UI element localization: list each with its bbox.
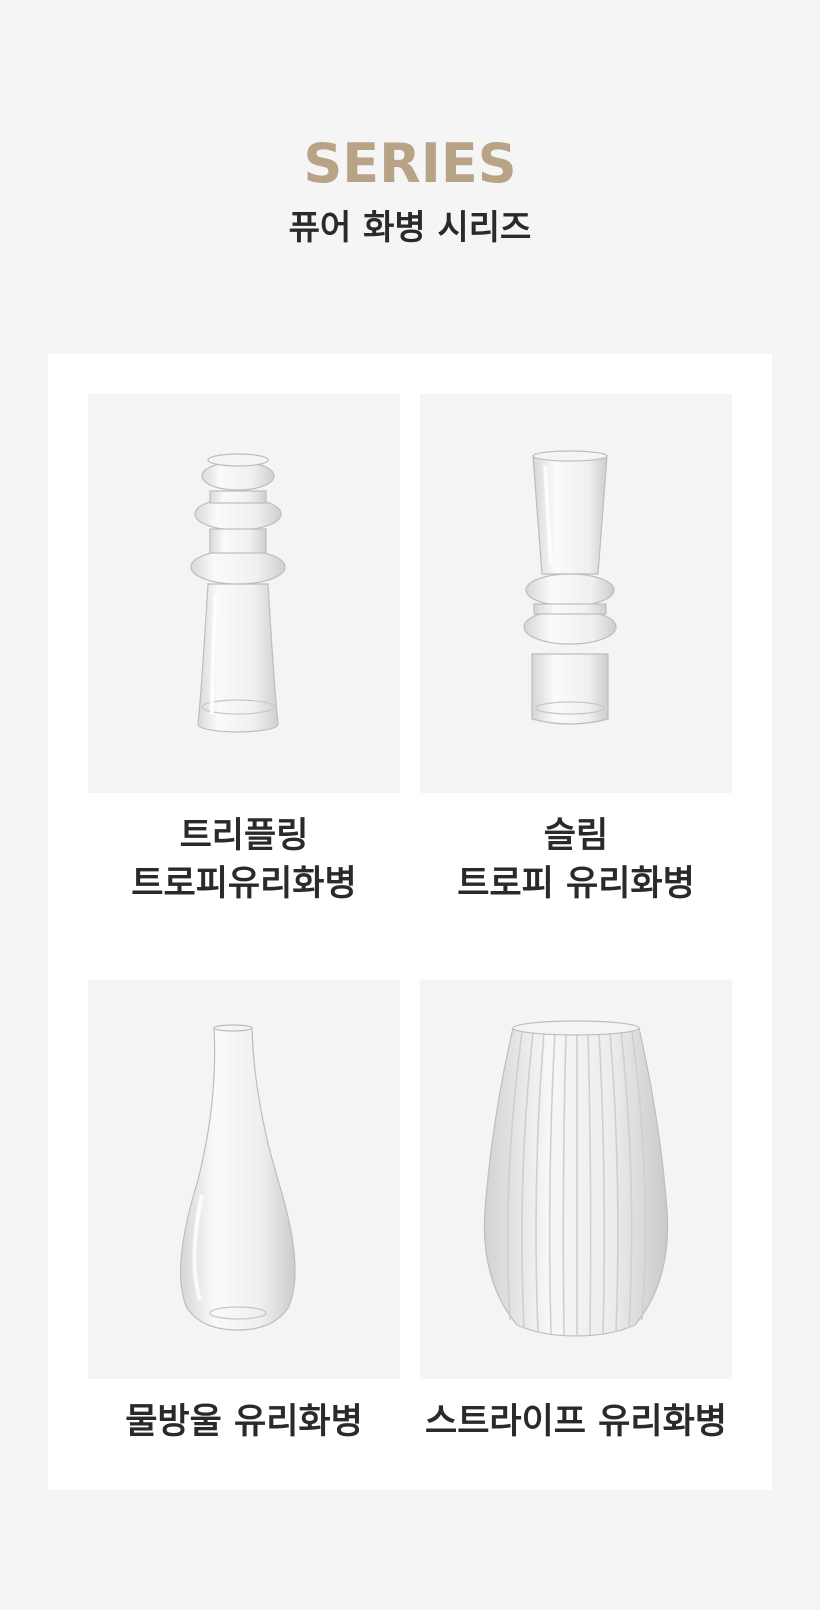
product-image-stripe[interactable] — [420, 980, 732, 1379]
triple-ring-vase-illustration — [190, 453, 286, 733]
product-image-slim-trophy[interactable] — [420, 394, 732, 793]
product-image-triple-ring[interactable] — [88, 394, 400, 793]
product-image-waterdrop[interactable] — [88, 980, 400, 1379]
product-item-stripe[interactable]: 스트라이프 유리화병 — [420, 980, 732, 1442]
product-name-slim-trophy[interactable]: 슬림 트로피 유리화병 — [400, 812, 752, 908]
series-title: SERIES — [303, 132, 517, 195]
product-item-slim-trophy[interactable]: 슬림 트로피 유리화병 — [420, 394, 732, 904]
waterdrop-vase-illustration — [180, 1024, 296, 1331]
stripe-vase-illustration — [483, 1020, 669, 1337]
product-name-waterdrop[interactable]: 물방울 유리화병 — [68, 1398, 420, 1446]
product-name-triple-ring[interactable]: 트리플링 트로피유리화병 — [68, 812, 420, 908]
series-subtitle: 퓨어 화병 시리즈 — [288, 208, 532, 248]
product-name-stripe[interactable]: 스트라이프 유리화병 — [400, 1398, 752, 1446]
product-item-triple-ring[interactable]: 트리플링 트로피유리화병 — [88, 394, 400, 904]
product-item-waterdrop[interactable]: 물방울 유리화병 — [88, 980, 400, 1442]
slim-trophy-vase-illustration — [523, 450, 617, 725]
product-grid-card: 트리플링 트로피유리화병 슬림 트로피 유리화병 물방울 유리화병 스트라이프 … — [48, 354, 772, 1490]
section-header: SERIES 퓨어 화병 시리즈 — [0, 132, 820, 248]
